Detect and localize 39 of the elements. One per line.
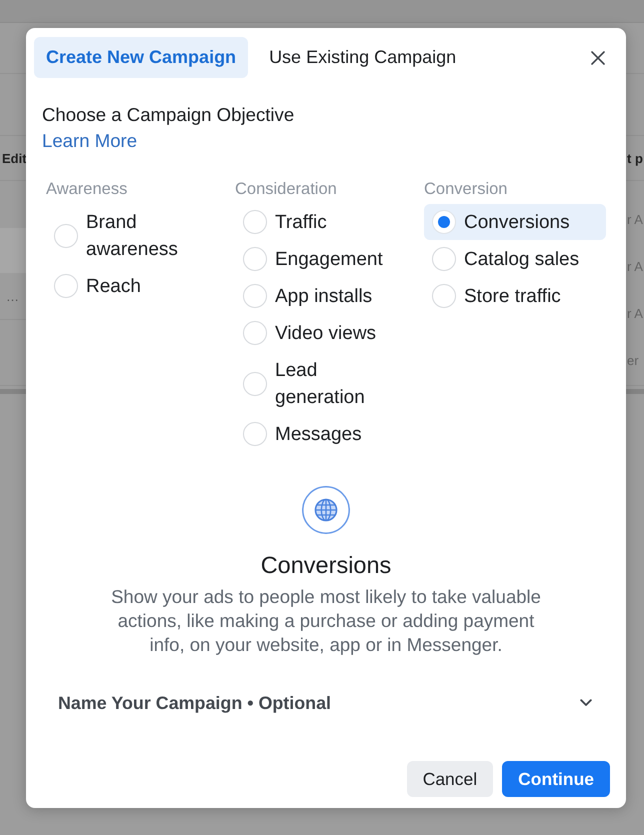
radio-button[interactable] [243, 422, 267, 446]
radio-button[interactable] [243, 321, 267, 345]
tab[interactable]: Create New Campaign [34, 37, 248, 78]
radio-button[interactable] [243, 210, 267, 234]
column-heading: Edit [1, 150, 27, 166]
objective-option[interactable]: Reach [46, 268, 228, 304]
cell-text: … [6, 288, 19, 304]
objective-option[interactable]: Catalog sales [424, 241, 606, 277]
objective-option[interactable]: Store traffic [424, 278, 606, 314]
radio-button[interactable] [243, 372, 267, 396]
dialog-heading: Choose a Campaign Objective [42, 103, 296, 127]
objective-option[interactable]: Engagement [235, 241, 417, 277]
column-heading: t p [627, 150, 644, 166]
continue-button[interactable]: Continue [502, 761, 610, 797]
radio-button[interactable] [54, 274, 78, 298]
objective-title: Conversions [260, 551, 392, 579]
radio-button[interactable] [432, 210, 456, 234]
group-title: Consideration [234, 179, 338, 199]
radio-button[interactable] [432, 247, 456, 271]
radio-button[interactable] [243, 247, 267, 271]
radio-button[interactable] [432, 284, 456, 308]
objective-option[interactable]: Video views [235, 315, 417, 351]
name-campaign-toggle[interactable]: Name Your Campaign • Optional [26, 690, 626, 716]
radio-button[interactable] [243, 284, 267, 308]
learn-more-link[interactable]: Learn More [42, 128, 138, 154]
objective-option[interactable]: Messages [235, 416, 417, 452]
globe-icon [302, 486, 350, 534]
tab[interactable]: Use Existing Campaign [257, 37, 468, 78]
close-icon [591, 50, 605, 64]
radio-button[interactable] [54, 224, 78, 248]
objective-option[interactable]: Traffic [235, 204, 417, 240]
objective-option[interactable]: Conversions [424, 204, 606, 240]
objective-option[interactable]: Brand awareness [46, 204, 228, 267]
group-title: Awareness [45, 179, 128, 199]
objective-option[interactable]: Lead generation [235, 352, 417, 415]
group-title: Conversion [423, 179, 508, 199]
cancel-button[interactable]: Cancel [406, 761, 494, 797]
objective-description: Show your ads to people most likely to take valuable actions, like making a purchase or adding payment info, on your website, app or in Messenger. [110, 585, 542, 657]
objective-option[interactable]: App installs [235, 278, 417, 314]
